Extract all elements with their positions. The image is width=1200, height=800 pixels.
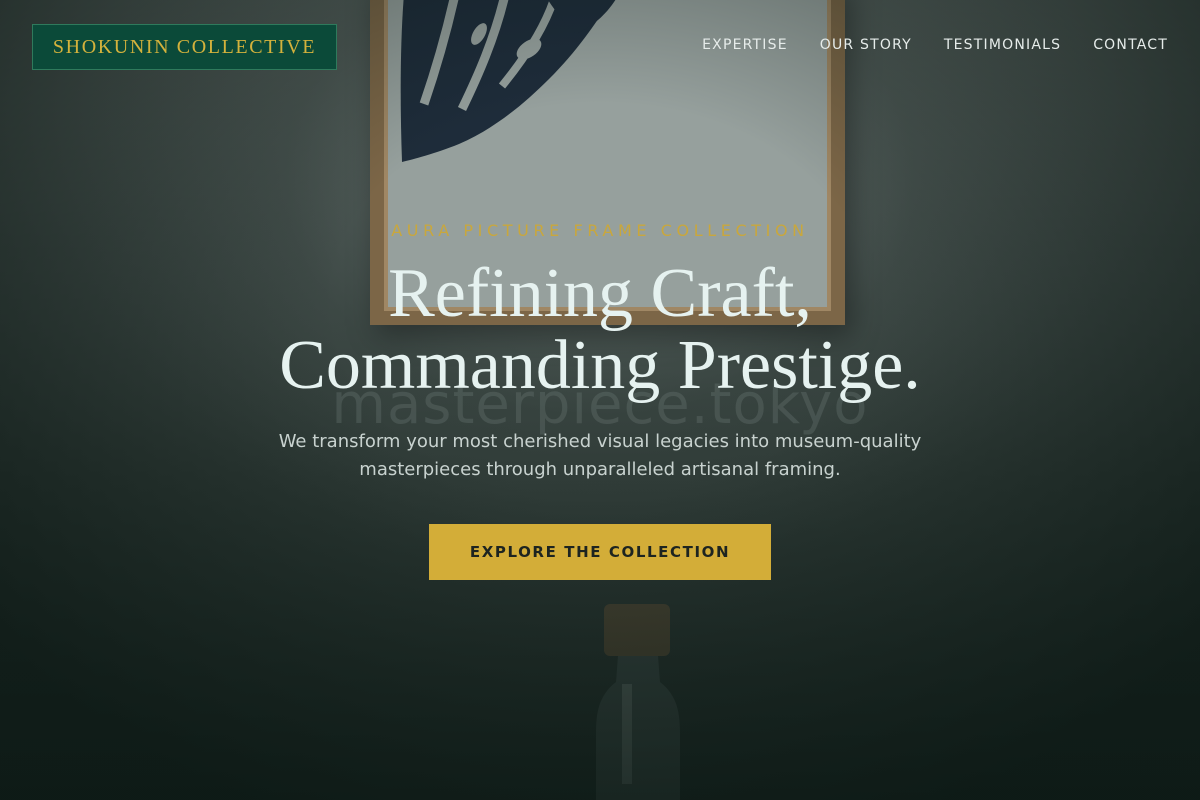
nav-link-our-story[interactable]: OUR STORY <box>820 37 912 53</box>
explore-collection-button[interactable]: EXPLORE THE COLLECTION <box>429 524 771 580</box>
nav-link-expertise[interactable]: EXPERTISE <box>702 37 788 53</box>
main-nav: EXPERTISE OUR STORY TESTIMONIALS CONTACT <box>702 37 1168 53</box>
headline-line-2: Commanding Prestige. <box>279 327 921 404</box>
hero-headline: Refining Craft, Commanding Prestige. <box>0 258 1200 402</box>
headline-line-1: Refining Craft, <box>388 255 812 332</box>
hero-eyebrow: AURA PICTURE FRAME COLLECTION <box>391 221 809 240</box>
hero-subtitle: We transform your most cherished visual … <box>278 431 922 480</box>
nav-link-testimonials[interactable]: TESTIMONIALS <box>944 37 1061 53</box>
nav-link-contact[interactable]: CONTACT <box>1093 37 1168 53</box>
brand-logo[interactable]: SHOKUNIN COLLECTIVE <box>32 24 337 70</box>
